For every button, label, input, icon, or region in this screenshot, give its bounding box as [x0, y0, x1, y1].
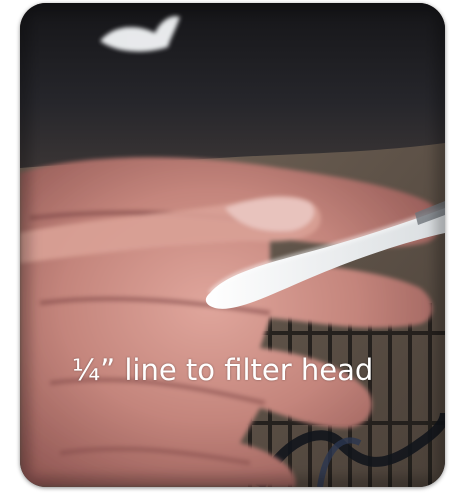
photo-caption: ¼” line to filter head [72, 353, 374, 387]
photo-image [20, 3, 445, 487]
photo [20, 3, 445, 487]
